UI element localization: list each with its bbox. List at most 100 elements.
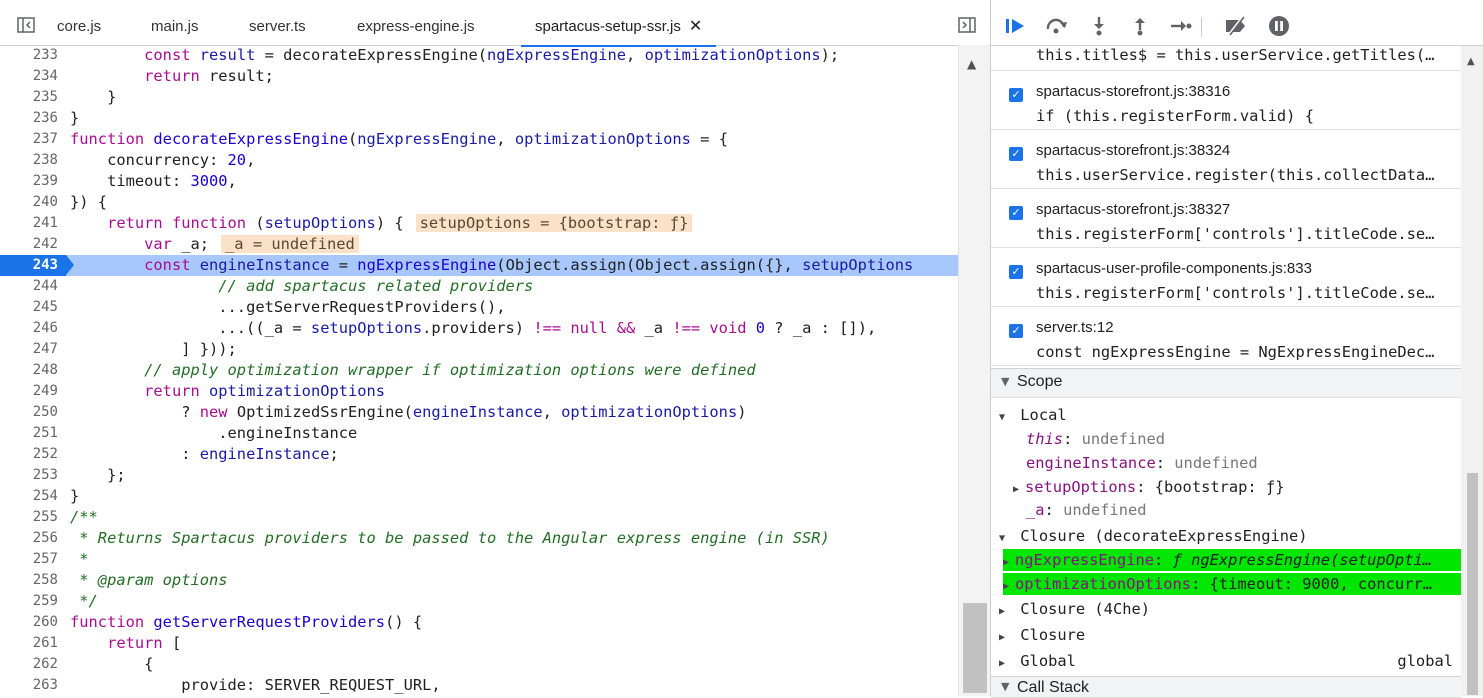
line-number[interactable]: 254 — [0, 486, 58, 507]
scroll-up-arrow-icon[interactable]: ▲ — [1467, 56, 1475, 67]
step-out-icon[interactable] — [1127, 13, 1153, 39]
code-line[interactable]: 240}) { — [0, 192, 958, 213]
breakpoint-item[interactable]: this.titles$ = this.userService.getTitle… — [991, 46, 1461, 71]
expand-triangle-icon[interactable]: ▶ — [1003, 576, 1015, 598]
current-execution-line[interactable]: 243 const engineInstance = ngExpressEngi… — [0, 255, 958, 276]
code-line[interactable]: 249 return optimizationOptions — [0, 381, 958, 402]
code-line[interactable]: 258 * @param options — [0, 570, 958, 591]
line-number[interactable]: 250 — [0, 402, 58, 423]
line-number[interactable]: 258 — [0, 570, 58, 591]
code-line[interactable]: 233 const result = decorateExpressEngine… — [0, 45, 958, 66]
code-line[interactable]: 263 provide: SERVER_REQUEST_URL, — [0, 675, 958, 696]
line-number[interactable]: 248 — [0, 360, 58, 381]
code-line[interactable]: 241 return function (setupOptions) {setu… — [0, 213, 958, 234]
line-number[interactable]: 259 — [0, 591, 58, 612]
code-line[interactable]: 254} — [0, 486, 958, 507]
pause-on-exceptions-icon[interactable] — [1266, 13, 1292, 39]
line-number[interactable]: 253 — [0, 465, 58, 486]
code-line[interactable]: 236} — [0, 108, 958, 129]
step-over-icon[interactable] — [1044, 13, 1070, 39]
close-tab-icon[interactable]: ✕ — [689, 18, 702, 35]
step-into-icon[interactable] — [1086, 13, 1112, 39]
code-line[interactable]: 248 // apply optimization wrapper if opt… — [0, 360, 958, 381]
breakpoint-item[interactable]: ✓ spartacus-user-profile-components.js:83… — [991, 247, 1461, 307]
code-line[interactable]: 247 ] })); — [0, 339, 958, 360]
code-line[interactable]: 234 return result; — [0, 66, 958, 87]
code-line[interactable]: 235 } — [0, 87, 958, 108]
scope-var-ng-express-engine[interactable]: ▶ ngExpressEngine: ƒ ngExpressEngine(setu… — [1003, 549, 1461, 571]
line-number[interactable]: 256 — [0, 528, 58, 549]
code-line[interactable]: 238 concurrency: 20, — [0, 150, 958, 171]
deactivate-breakpoints-icon[interactable] — [1223, 13, 1249, 39]
code-line[interactable]: 237 function decorateExpressEngine(ngExpr… — [0, 129, 958, 150]
line-number[interactable]: 251 — [0, 423, 58, 444]
line-number[interactable]: 244 — [0, 276, 58, 297]
line-number[interactable]: 233 — [0, 45, 58, 66]
line-number[interactable]: 262 — [0, 654, 58, 675]
breakpoint-checkbox[interactable]: ✓ — [1009, 88, 1023, 102]
scroll-up-arrow-icon[interactable]: ▲ — [967, 57, 976, 71]
code-line[interactable]: 246 ...((_a = setupOptions.providers) !=… — [0, 318, 958, 339]
code-line[interactable]: 250 ? new OptimizedSsrEngine(engineInsta… — [0, 402, 958, 423]
code-view[interactable]: 233 const result = decorateExpressEngine… — [0, 45, 958, 696]
tab-spartacus-setup-ssr-js[interactable]: spartacus-setup-ssr.js ✕ — [521, 7, 717, 47]
tab-express-engine-js[interactable]: express-engine.js — [357, 7, 475, 45]
line-number[interactable]: 243 — [0, 255, 58, 276]
line-number[interactable]: 247 — [0, 339, 58, 360]
line-number[interactable]: 234 — [0, 66, 58, 87]
code-line[interactable]: 251 .engineInstance — [0, 423, 958, 444]
line-number[interactable]: 263 — [0, 675, 58, 696]
breakpoint-checkbox[interactable]: ✓ — [1009, 206, 1023, 220]
code-line[interactable]: 242 var _a; _a = undefined — [0, 234, 958, 255]
resume-icon[interactable] — [1003, 13, 1029, 39]
breakpoint-item[interactable]: ✓ spartacus-storefront.js:38324 this.userS… — [991, 129, 1461, 189]
line-number[interactable]: 257 — [0, 549, 58, 570]
line-number[interactable]: 241 — [0, 213, 58, 234]
expand-triangle-icon[interactable]: ▶ — [1013, 479, 1025, 501]
line-number[interactable]: 245 — [0, 297, 58, 318]
scope-closure-group-2[interactable]: ▶ Closure — [999, 624, 1469, 646]
breakpoint-checkbox[interactable]: ✓ — [1009, 324, 1023, 338]
code-line[interactable]: 259 */ — [0, 591, 958, 612]
scope-var-setup-options[interactable]: ▶ setupOptions: {bootstrap: ƒ} — [1013, 476, 1483, 498]
step-icon[interactable] — [1168, 13, 1194, 39]
breakpoint-item[interactable]: ✓ spartacus-storefront.js:38327 this.regis… — [991, 188, 1461, 248]
scope-var-engine-instance[interactable]: engineInstance: undefined — [1026, 452, 1483, 474]
breakpoint-item[interactable]: ✓ server.ts:12 const ngExpressEngine = NgE… — [991, 306, 1461, 366]
line-number[interactable]: 255 — [0, 507, 58, 528]
scrollbar-thumb[interactable] — [963, 603, 987, 693]
call-stack-section-header[interactable]: ▼ Call Stack — [991, 676, 1461, 698]
breakpoint-checkbox[interactable]: ✓ — [1009, 265, 1023, 279]
scope-local-group[interactable]: ▼ Local — [999, 404, 1469, 426]
editor-scrollbar[interactable]: ▲ — [958, 45, 991, 696]
line-number[interactable]: 242 — [0, 234, 58, 255]
line-number[interactable]: 252 — [0, 444, 58, 465]
code-line[interactable]: 253 }; — [0, 465, 958, 486]
scope-var-a[interactable]: _a: undefined — [1026, 499, 1483, 521]
line-number[interactable]: 246 — [0, 318, 58, 339]
scope-global-group[interactable]: ▶ Global global — [999, 650, 1461, 672]
scope-var-this[interactable]: this: undefined — [1026, 428, 1483, 450]
line-number[interactable]: 249 — [0, 381, 58, 402]
code-line[interactable]: 252 : engineInstance; — [0, 444, 958, 465]
tab-main-js[interactable]: main.js — [151, 7, 199, 45]
line-number[interactable]: 236 — [0, 108, 58, 129]
code-line[interactable]: 245 ...getServerRequestProviders(), — [0, 297, 958, 318]
line-number[interactable]: 261 — [0, 633, 58, 654]
toggle-navigator-icon[interactable] — [12, 12, 40, 38]
scope-section-header[interactable]: ▼ Scope — [991, 368, 1461, 398]
code-line[interactable]: 255 /** — [0, 507, 958, 528]
line-number[interactable]: 235 — [0, 87, 58, 108]
code-line[interactable]: 260 function getServerRequestProviders() … — [0, 612, 958, 633]
scope-closure-group[interactable]: ▼ Closure (decorateExpressEngine) — [999, 525, 1469, 547]
scope-closure-4che-group[interactable]: ▶ Closure (4Che) — [999, 598, 1469, 620]
code-line[interactable]: 257 * — [0, 549, 958, 570]
expand-triangle-icon[interactable]: ▶ — [1003, 552, 1015, 574]
breakpoint-item[interactable]: ✓ spartacus-storefront.js:38316 if (this.r… — [991, 70, 1461, 130]
breakpoint-checkbox[interactable]: ✓ — [1009, 147, 1023, 161]
line-number[interactable]: 240 — [0, 192, 58, 213]
code-line[interactable]: 256 * Returns Spartacus providers to be … — [0, 528, 958, 549]
line-number[interactable]: 260 — [0, 612, 58, 633]
line-number[interactable]: 238 — [0, 150, 58, 171]
code-line[interactable]: 262 { — [0, 654, 958, 675]
